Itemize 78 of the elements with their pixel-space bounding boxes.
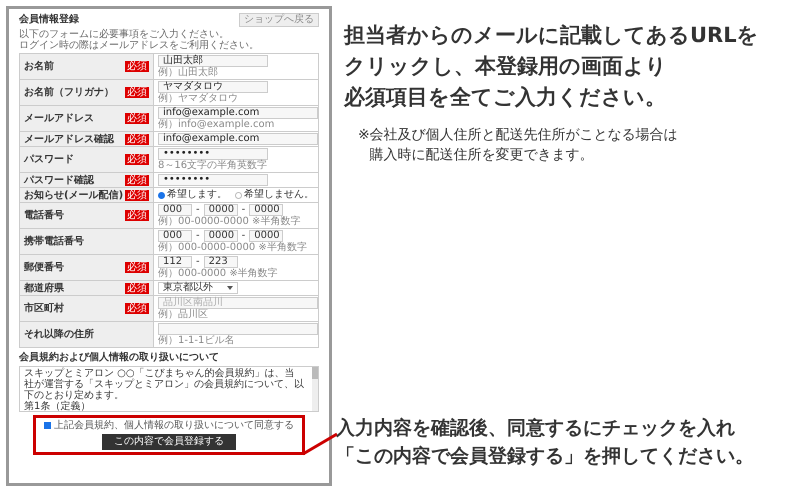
agree-checkbox[interactable] bbox=[44, 422, 51, 429]
input-field[interactable] bbox=[158, 323, 318, 335]
field-label: 郵便番号 bbox=[24, 262, 64, 273]
field-label: お知らせ(メール配信) bbox=[24, 190, 124, 200]
input-field[interactable]: 0000 bbox=[204, 204, 238, 216]
field-label: パスワード bbox=[24, 154, 74, 165]
field-label: 市区町村 bbox=[24, 303, 64, 314]
radio-button[interactable] bbox=[158, 192, 165, 198]
required-badge: 必須 bbox=[125, 154, 149, 165]
agree-label: 上記会員規約、個人情報の取り扱いについて同意する bbox=[54, 420, 294, 431]
caret-icon bbox=[227, 286, 233, 290]
policy-textarea[interactable]: スキップとミアロン ○○「こびまちゃん的会員規約」は、当社が運営する「スキップとミアロン」の会員規約について、以下のとおり定めます。 第1条（定義） bbox=[19, 366, 319, 412]
input-field[interactable]: 0000 bbox=[249, 230, 284, 242]
policy-heading: 会員規約および個人情報の取り扱いについて bbox=[19, 352, 220, 364]
note-mark: ※ bbox=[358, 126, 370, 145]
hint-text: 例）000-0000 ※半角数字 bbox=[158, 269, 278, 279]
input-field[interactable]: •••••••• bbox=[158, 148, 268, 160]
note-text: 会社及び個人住所と配送先住所がことなる場合は bbox=[370, 126, 678, 145]
radio-option[interactable]: 希望しません。 bbox=[235, 189, 314, 201]
dash-separator: - bbox=[196, 204, 200, 216]
dash-separator: - bbox=[196, 256, 200, 268]
field-label: お名前（フリガナ） bbox=[24, 87, 114, 98]
required-badge: 必須 bbox=[125, 134, 149, 144]
intro-text: 以下のフォームに必要事項をご入力ください。 bbox=[19, 29, 230, 40]
input-field[interactable]: ヤマダタロウ bbox=[158, 81, 268, 93]
required-badge: 必須 bbox=[125, 61, 149, 72]
input-field[interactable]: 000 bbox=[158, 204, 192, 216]
required-badge: 必須 bbox=[125, 303, 149, 314]
required-badge: 必須 bbox=[125, 210, 149, 221]
input-field[interactable]: 000 bbox=[158, 230, 192, 242]
hint-text: 8～16文字の半角英数字 bbox=[158, 161, 268, 171]
dash-separator: - bbox=[242, 230, 246, 242]
required-badge: 必須 bbox=[125, 282, 149, 294]
dash-separator: - bbox=[242, 204, 246, 216]
hint-text: 例）info@example.com bbox=[158, 120, 276, 130]
hint-text: 例）000-0000-0000 ※半角数字 bbox=[158, 243, 307, 253]
field-label: 電話番号 bbox=[24, 210, 64, 221]
field-label: メールアドレス bbox=[24, 113, 94, 124]
input-field[interactable]: 0000 bbox=[249, 204, 284, 216]
hint-text: 例）山田太郎 bbox=[158, 68, 219, 78]
instruction-text: 「この内容で会員登録する」を押してください。 bbox=[336, 444, 755, 469]
radio-button[interactable] bbox=[235, 192, 242, 198]
required-badge: 必須 bbox=[125, 190, 149, 200]
scrollbar[interactable] bbox=[312, 367, 318, 411]
required-badge: 必須 bbox=[125, 174, 149, 186]
required-badge: 必須 bbox=[125, 87, 149, 98]
input-field[interactable]: 0000 bbox=[204, 230, 238, 242]
required-badge: 必須 bbox=[125, 113, 149, 124]
input-field[interactable]: 223 bbox=[204, 256, 238, 268]
field-label: パスワード確認 bbox=[24, 174, 94, 186]
field-label: お名前 bbox=[24, 61, 54, 72]
field-label: それ以降の住所 bbox=[24, 329, 94, 340]
input-field[interactable]: info@example.com bbox=[158, 107, 318, 119]
hint-text: 例）品川区 bbox=[158, 310, 209, 320]
hint-text: 例）1-1-1ビル名 bbox=[158, 336, 236, 346]
dash-separator: - bbox=[196, 230, 200, 242]
input-field[interactable]: •••••••• bbox=[158, 174, 268, 186]
intro-text: ログイン時の際はメールアドレスをご利用ください。 bbox=[19, 40, 260, 51]
hint-text: 例）00-0000-0000 ※半角数字 bbox=[158, 217, 300, 227]
input-field[interactable]: 山田太郎 bbox=[158, 55, 268, 67]
instruction-heading: クリックし、本登録用の画面より bbox=[344, 53, 668, 80]
note-text: 購入時に配送住所を変更できます。 bbox=[370, 146, 595, 165]
input-field[interactable]: info@example.com bbox=[158, 133, 318, 145]
select-field[interactable]: 東京都以外 bbox=[158, 282, 238, 294]
instruction-text: 入力内容を確認後、同意するにチェックを入れ bbox=[336, 416, 736, 441]
field-label: 携帯電話番号 bbox=[24, 236, 84, 247]
register-button[interactable]: この内容で会員登録する bbox=[102, 434, 236, 450]
field-label: 都道府県 bbox=[24, 282, 64, 294]
form-title: 会員情報登録 bbox=[19, 14, 79, 26]
hint-text: 例）ヤマダタロウ bbox=[158, 94, 239, 104]
instruction-heading: 担当者からのメールに記載してあるURLを bbox=[344, 22, 760, 49]
instruction-heading: 必須項目を全てご入力ください。 bbox=[344, 84, 667, 111]
policy-text: 第1条（定義） bbox=[24, 401, 92, 411]
required-badge: 必須 bbox=[125, 262, 149, 273]
input-field[interactable]: 112 bbox=[158, 256, 192, 268]
radio-option[interactable]: 希望します。 bbox=[158, 189, 227, 201]
policy-text: スキップとミアロン ○○「こびまちゃん的会員規約」は、当社が運営する「スキップとミアロン」の会員規約について、以下のとおり定めます。 bbox=[24, 368, 304, 401]
field-label: メールアドレス確認 bbox=[24, 134, 114, 144]
